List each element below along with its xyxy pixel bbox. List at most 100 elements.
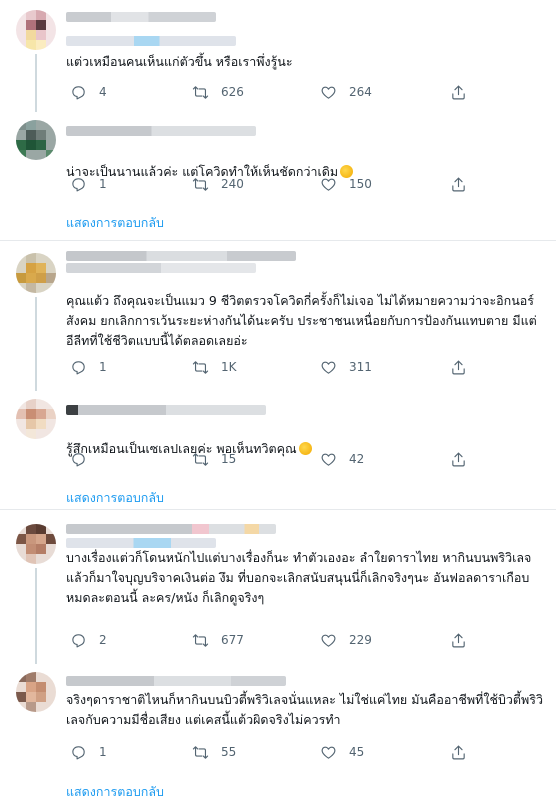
tweet-1[interactable]: แต่วเหมือนคนเห็นแก่ตัวขึ้น หรือเราพึ่งรู…: [0, 0, 556, 112]
reply-icon: [72, 177, 85, 191]
reply-button[interactable]: 1: [70, 174, 107, 194]
avatar[interactable]: [16, 120, 56, 160]
retweet-count: 1K: [221, 360, 237, 374]
tweet-6[interactable]: จริงๆดาราชาติไหนก็หากินบนบิวตี้พริวิเลจน…: [0, 664, 556, 806]
retweet-icon: [192, 745, 209, 759]
retweet-count: 55: [221, 745, 237, 759]
share-button[interactable]: [450, 449, 467, 469]
tweet-text: แต่วเหมือนคนเห็นแก่ตัวขึ้น หรือเราพึ่งรู…: [66, 54, 293, 69]
author-name[interactable]: [66, 405, 266, 415]
like-icon: [321, 178, 336, 191]
like-button[interactable]: 42: [320, 449, 364, 469]
share-button[interactable]: [450, 357, 467, 377]
reply-count: 4: [99, 85, 107, 99]
retweet-count: 240: [221, 177, 244, 191]
tweet-text: คุณแต้ว ถึงคุณจะเป็นแมว 9 ชีวิตตรวจโควิด…: [66, 293, 537, 348]
reply-icon: [72, 360, 85, 374]
reply-icon: [72, 745, 85, 759]
author-name[interactable]: [66, 126, 256, 136]
retweet-icon: [192, 360, 209, 374]
like-icon: [321, 453, 336, 466]
share-button[interactable]: [450, 82, 467, 102]
tweet-2[interactable]: น่าจะเป็นนานแล้วค่ะ แต่โควิดทำให้เห็นชัด…: [0, 112, 556, 240]
thread-connector: [35, 297, 37, 391]
retweet-count: 626: [221, 85, 244, 99]
reply-button[interactable]: 2: [70, 630, 107, 650]
avatar[interactable]: [16, 524, 56, 564]
reply-thread: แต่วเหมือนคนเห็นแก่ตัวขึ้น หรือเราพึ่งรู…: [0, 0, 556, 806]
author-handle: [66, 36, 236, 46]
reply-count: 1: [99, 177, 107, 191]
share-icon: [452, 452, 465, 466]
like-icon: [321, 746, 336, 759]
reply-button[interactable]: 4: [70, 82, 107, 102]
tweet-4[interactable]: รู้สึกเหมือนเป็นเซเลปเลยค่ะ พอเห็นทวิตคุ…: [0, 391, 556, 509]
author-name[interactable]: [66, 524, 276, 534]
reply-button[interactable]: 1: [70, 742, 107, 762]
tweet-actions: 4 626 264: [66, 82, 466, 102]
share-button[interactable]: [450, 630, 467, 650]
retweet-icon: [192, 452, 209, 466]
like-icon: [321, 634, 336, 647]
like-count: 150: [349, 177, 372, 191]
tweet-actions: 1 55 45: [66, 742, 466, 762]
show-replies-link[interactable]: แสดงการตอบกลับ: [66, 488, 164, 508]
reply-count: 1: [99, 360, 107, 374]
retweet-icon: [192, 85, 209, 99]
author-name[interactable]: [66, 12, 216, 22]
retweet-count: 15: [221, 452, 237, 466]
share-icon: [452, 360, 465, 374]
like-icon: [321, 361, 336, 374]
like-button[interactable]: 45: [320, 742, 364, 762]
reply-button[interactable]: 1: [70, 357, 107, 377]
retweet-button[interactable]: 1K: [192, 357, 237, 377]
retweet-icon: [192, 633, 209, 647]
avatar[interactable]: [16, 253, 56, 293]
tweet-5[interactable]: บางเรื่องแต่วก็โดนหนักไปแต่บางเรื่องก็นะ…: [0, 510, 556, 664]
avatar[interactable]: [16, 672, 56, 712]
retweet-button[interactable]: 240: [192, 174, 244, 194]
show-replies-link[interactable]: แสดงการตอบกลับ: [66, 782, 164, 802]
retweet-button[interactable]: 55: [192, 742, 236, 762]
tweet-actions: 1 240 150: [66, 174, 466, 194]
retweet-button[interactable]: 677: [192, 630, 244, 650]
retweet-button[interactable]: 626: [192, 82, 244, 102]
tweet-actions: 2 677 229: [66, 630, 466, 650]
like-count: 229: [349, 633, 372, 647]
share-icon: [452, 633, 465, 647]
like-button[interactable]: 264: [320, 82, 372, 102]
like-icon: [321, 86, 336, 99]
reply-icon: [72, 633, 85, 647]
like-button[interactable]: 229: [320, 630, 372, 650]
reply-button[interactable]: [70, 449, 99, 469]
reply-count: 1: [99, 745, 107, 759]
reply-count: 2: [99, 633, 107, 647]
tweet-actions: 1 1K 311: [66, 357, 466, 377]
tweet-3[interactable]: คุณแต้ว ถึงคุณจะเป็นแมว 9 ชีวิตตรวจโควิด…: [0, 241, 556, 391]
tweet-actions: 15 42: [66, 449, 466, 469]
like-count: 42: [349, 452, 365, 466]
retweet-button[interactable]: 15: [192, 449, 236, 469]
avatar[interactable]: [16, 10, 56, 50]
thread-connector: [35, 54, 37, 112]
share-button[interactable]: [450, 174, 467, 194]
like-button[interactable]: 150: [320, 174, 372, 194]
avatar[interactable]: [16, 399, 56, 439]
author-handle: [66, 263, 256, 273]
like-button[interactable]: 311: [320, 357, 372, 377]
show-replies-link[interactable]: แสดงการตอบกลับ: [66, 213, 164, 233]
thread-connector: [35, 568, 37, 664]
tweet-text: บางเรื่องแต่วก็โดนหนักไปแต่บางเรื่องก็นะ…: [66, 550, 532, 605]
like-count: 264: [349, 85, 372, 99]
reply-icon: [72, 452, 85, 466]
like-count: 45: [349, 745, 365, 759]
share-button[interactable]: [450, 742, 467, 762]
share-icon: [452, 85, 465, 99]
author-name[interactable]: [66, 676, 286, 686]
author-name[interactable]: [66, 251, 296, 261]
retweet-icon: [192, 177, 209, 191]
tweet-text: จริงๆดาราชาติไหนก็หากินบนบิวตี้พริวิเลจน…: [66, 692, 544, 727]
share-icon: [452, 745, 465, 759]
reply-icon: [72, 85, 85, 99]
share-icon: [452, 177, 465, 191]
